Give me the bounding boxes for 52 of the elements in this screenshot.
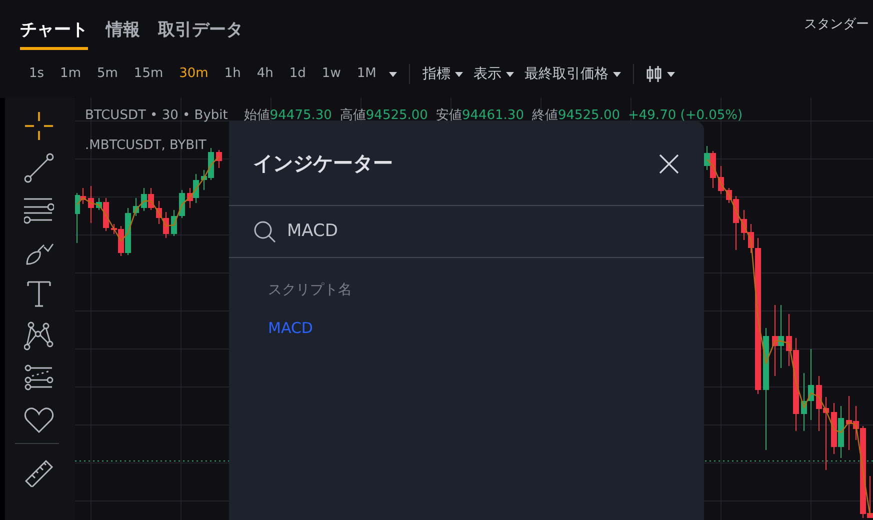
timeframe-tab[interactable]: 1h	[216, 59, 249, 89]
timeframe-tab[interactable]: 5m	[88, 59, 126, 89]
trend-line-icon	[24, 153, 54, 183]
pattern-icon	[24, 321, 54, 351]
timeframe-tab[interactable]: 1d	[281, 59, 314, 89]
crosshair-icon	[24, 111, 54, 141]
search-field[interactable]: MACD	[287, 218, 587, 244]
timeframe-tab[interactable]: 1m	[52, 59, 89, 89]
projection-icon	[24, 363, 54, 393]
text-tool-icon	[24, 279, 54, 309]
candle	[88, 186, 94, 224]
close-icon	[657, 152, 681, 176]
candle	[718, 166, 724, 194]
view-mode-label: スタンダー	[804, 16, 869, 34]
caret-icon	[667, 72, 676, 76]
tab[interactable]: 取引データ	[158, 10, 243, 50]
timeframe-tab[interactable]: 30m	[171, 59, 216, 89]
study-label: .MBTCUSDT, BYBIT	[85, 137, 206, 155]
ohlc-label: 終値	[532, 108, 558, 123]
caret-icon	[455, 72, 464, 76]
timeframe-tab[interactable]: 1w	[314, 59, 349, 89]
ohlc-label: 安値	[436, 108, 462, 123]
timeframe-tab[interactable]: 1M	[348, 59, 384, 89]
caret-icon	[389, 72, 398, 76]
candle	[171, 210, 177, 236]
ohlc-label: 高値	[340, 108, 366, 123]
candle	[216, 150, 222, 168]
ruler-icon	[24, 457, 54, 487]
ohlc-value: 94461.30	[462, 108, 524, 123]
ohlc-value: 94525.00	[558, 108, 620, 123]
caret-icon	[506, 72, 514, 76]
ohlc-label: 始値	[244, 108, 270, 123]
menu-button[interactable]: 指標	[417, 59, 468, 89]
timeframe-tab[interactable]: 1s	[21, 59, 52, 89]
symbol-label: BTCUSDT • 30 • Bybit	[85, 108, 228, 123]
caret-icon	[613, 72, 622, 76]
heart-icon	[24, 405, 54, 435]
tab[interactable]: 情報	[106, 10, 140, 50]
ohlc-value: 94525.00	[366, 108, 428, 123]
timeframe-tab[interactable]: 15m	[126, 59, 172, 89]
menu-button[interactable]: 表示	[468, 59, 520, 89]
section-heading: スクリプト名	[268, 282, 352, 298]
search-icon	[253, 220, 277, 244]
ohlc-value: 94475.30	[270, 108, 332, 123]
dialog-title: インジケーター	[253, 150, 393, 177]
candle	[133, 198, 139, 216]
candle	[179, 190, 185, 218]
tab[interactable]: チャート	[20, 10, 88, 50]
change-value: +49.70 (+0.05%)	[628, 108, 743, 123]
candlestick-icon	[646, 65, 662, 83]
timeframe-tab[interactable]: 4h	[248, 59, 282, 89]
menu-button[interactable]: 最終取引価格	[519, 59, 626, 89]
